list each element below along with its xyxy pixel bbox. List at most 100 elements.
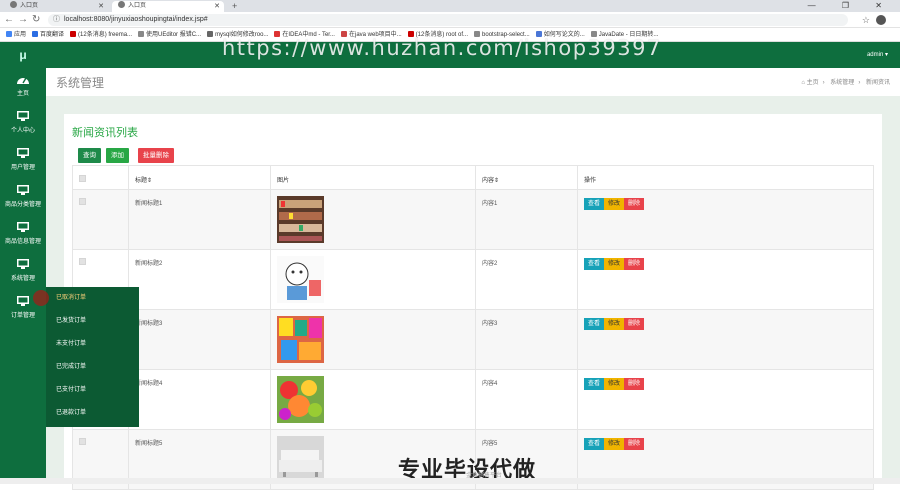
actions-cell: 查看 修改 删除 bbox=[577, 249, 874, 310]
row-checkbox[interactable] bbox=[79, 258, 86, 265]
bookmark-label: 百度翻译 bbox=[40, 32, 65, 38]
image-cell bbox=[270, 369, 476, 430]
sidebar-item[interactable]: 商品信息管理 bbox=[0, 216, 46, 253]
column-content[interactable]: 内容⇕ bbox=[475, 165, 578, 190]
sidebar-item[interactable]: 商品分类管理 bbox=[0, 179, 46, 216]
bookmark-favicon-icon bbox=[474, 31, 481, 37]
row-checkbox[interactable] bbox=[79, 438, 86, 445]
back-icon[interactable]: ← bbox=[4, 13, 14, 27]
bookmark-favicon-icon bbox=[207, 31, 214, 37]
delete-button[interactable]: 删除 bbox=[624, 318, 645, 330]
home-icon: ⌂ bbox=[801, 80, 805, 86]
new-tab-button[interactable]: + bbox=[232, 0, 237, 12]
content-cell: 内容4 bbox=[475, 369, 578, 430]
browser-tab-2[interactable]: 入口页 ✕ bbox=[112, 1, 224, 12]
view-button[interactable]: 查看 bbox=[584, 198, 605, 210]
bookmark-item[interactable]: 在IDEA中md - Ter... bbox=[274, 28, 335, 41]
close-icon[interactable]: ✕ bbox=[98, 1, 104, 12]
breadcrumb-home[interactable]: 主页 bbox=[807, 80, 819, 86]
row-checkbox[interactable] bbox=[79, 198, 86, 205]
submenu-item[interactable]: 已发货订单 bbox=[46, 310, 139, 333]
reload-icon[interactable]: ↻ bbox=[32, 13, 40, 27]
sidebar-item-label: 商品分类管理 bbox=[4, 202, 41, 208]
monitor-icon bbox=[0, 221, 46, 233]
sidebar-item[interactable]: 主页 bbox=[0, 68, 46, 105]
url-text: localhost:8080/jinyuxiaoshoupingtai/inde… bbox=[64, 16, 208, 23]
column-title[interactable]: 标题⇕ bbox=[128, 165, 271, 190]
news-table: 标题⇕ 图片 内容⇕ 操作 新闻标题1 内容1 查看 修改 删除 新闻标题2 内容2 查看 修改… bbox=[72, 165, 874, 490]
edit-button[interactable]: 修改 bbox=[604, 198, 625, 210]
sidebar-item[interactable]: 个人中心 bbox=[0, 105, 46, 142]
sidebar-item[interactable]: 用户管理 bbox=[0, 142, 46, 179]
delete-button[interactable]: 删除 bbox=[624, 258, 645, 270]
news-image bbox=[277, 376, 469, 423]
sidebar-item-label: 用户管理 bbox=[10, 165, 35, 171]
top-bar: admin ▾ bbox=[46, 42, 900, 68]
submenu-item[interactable]: 已取消订单 bbox=[46, 287, 139, 310]
edit-button[interactable]: 修改 bbox=[604, 258, 625, 270]
delete-button[interactable]: 删除 bbox=[624, 378, 645, 390]
admin-menu[interactable]: admin ▾ bbox=[867, 42, 888, 68]
column-image: 图片 bbox=[270, 165, 476, 190]
tab-label: 入口页 bbox=[20, 3, 39, 9]
bookmark-item[interactable]: mysql如何修改roo... bbox=[207, 28, 268, 41]
bookmark-item[interactable]: 使用UEditor 报错C... bbox=[138, 28, 201, 41]
main-content: 新闻资讯列表 查询 添加 批量删除 标题⇕ 图片 内容⇕ 操作 新闻标题1 内容1… bbox=[46, 96, 900, 490]
news-image bbox=[277, 196, 469, 243]
delete-button[interactable]: 删除 bbox=[624, 198, 645, 210]
bookmark-item[interactable]: JavaDate - 日日期转... bbox=[590, 28, 658, 41]
edit-button[interactable]: 修改 bbox=[604, 438, 625, 450]
bookmark-item[interactable]: (12条消息) freema... bbox=[70, 28, 133, 41]
bookmark-item[interactable]: 在java web项目中... bbox=[340, 28, 402, 41]
view-button[interactable]: 查看 bbox=[584, 438, 605, 450]
dashboard-icon bbox=[0, 73, 46, 85]
view-button[interactable]: 查看 bbox=[584, 318, 605, 330]
bookmark-item[interactable]: 百度翻译 bbox=[32, 28, 65, 41]
query-button[interactable]: 查询 bbox=[78, 148, 101, 163]
sidebar-item-label: 主页 bbox=[16, 91, 29, 97]
title-cell: 新闻标题4 bbox=[128, 369, 271, 430]
bookmark-item[interactable]: bootstrap-select... bbox=[474, 28, 530, 41]
content-cell: 内容1 bbox=[475, 189, 578, 250]
edit-button[interactable]: 修改 bbox=[604, 318, 625, 330]
bookmark-item[interactable]: (12条消息) root of... bbox=[407, 28, 468, 41]
browser-tab-1[interactable]: 入口页 ✕ bbox=[4, 1, 108, 12]
add-button[interactable]: 添加 bbox=[106, 148, 129, 163]
caret-down-icon: ▾ bbox=[884, 52, 888, 58]
url-input[interactable]: ⓘ localhost:8080/jinyuxiaoshoupingtai/ind… bbox=[48, 14, 848, 26]
submenu-item[interactable]: 未支付订单 bbox=[46, 333, 139, 356]
select-all-checkbox[interactable] bbox=[79, 175, 86, 182]
column-actions: 操作 bbox=[577, 165, 874, 190]
view-button[interactable]: 查看 bbox=[584, 258, 605, 270]
edit-button[interactable]: 修改 bbox=[604, 378, 625, 390]
close-icon[interactable]: ✕ bbox=[214, 1, 220, 12]
window-controls[interactable]: — ❐ ✕ bbox=[808, 0, 894, 12]
submenu-item[interactable]: 已退款订单 bbox=[46, 402, 139, 425]
forward-icon[interactable]: → bbox=[18, 13, 28, 27]
bookmark-label: bootstrap-select... bbox=[482, 32, 530, 38]
actions-cell: 查看 修改 删除 bbox=[577, 189, 874, 250]
star-icon[interactable]: ☆ bbox=[862, 13, 870, 27]
bookmark-item[interactable]: 应用 bbox=[6, 28, 26, 41]
info-icon: ⓘ bbox=[53, 16, 60, 23]
title-cell: 新闻标题3 bbox=[128, 309, 271, 370]
breadcrumb-system[interactable]: 系统管理 bbox=[830, 80, 854, 86]
globe-icon bbox=[10, 1, 17, 8]
news-image bbox=[277, 316, 469, 363]
batch-delete-button[interactable]: 批量删除 bbox=[138, 148, 174, 163]
view-button[interactable]: 查看 bbox=[584, 378, 605, 390]
breadcrumb-current: 新闻资讯 bbox=[865, 80, 890, 86]
image-cell bbox=[270, 309, 476, 370]
monitor-icon bbox=[0, 258, 46, 270]
browser-tabstrip: 入口页 ✕ 入口页 ✕ + — ❐ ✕ bbox=[0, 0, 900, 12]
submenu-item[interactable]: 已支付订单 bbox=[46, 379, 139, 402]
sidebar-item[interactable]: 系统管理 bbox=[0, 253, 46, 290]
bookmark-favicon-icon bbox=[274, 31, 281, 37]
tab-label: 入口页 bbox=[128, 3, 147, 9]
submenu-item[interactable]: 已完成订单 bbox=[46, 356, 139, 379]
bookmark-label: (12条消息) freema... bbox=[78, 32, 133, 38]
delete-button[interactable]: 删除 bbox=[624, 438, 645, 450]
account-icon[interactable] bbox=[876, 15, 886, 25]
bookmark-item[interactable]: 如何写论文的... bbox=[535, 28, 585, 41]
sidebar-item-label: 订单管理 bbox=[10, 313, 35, 319]
